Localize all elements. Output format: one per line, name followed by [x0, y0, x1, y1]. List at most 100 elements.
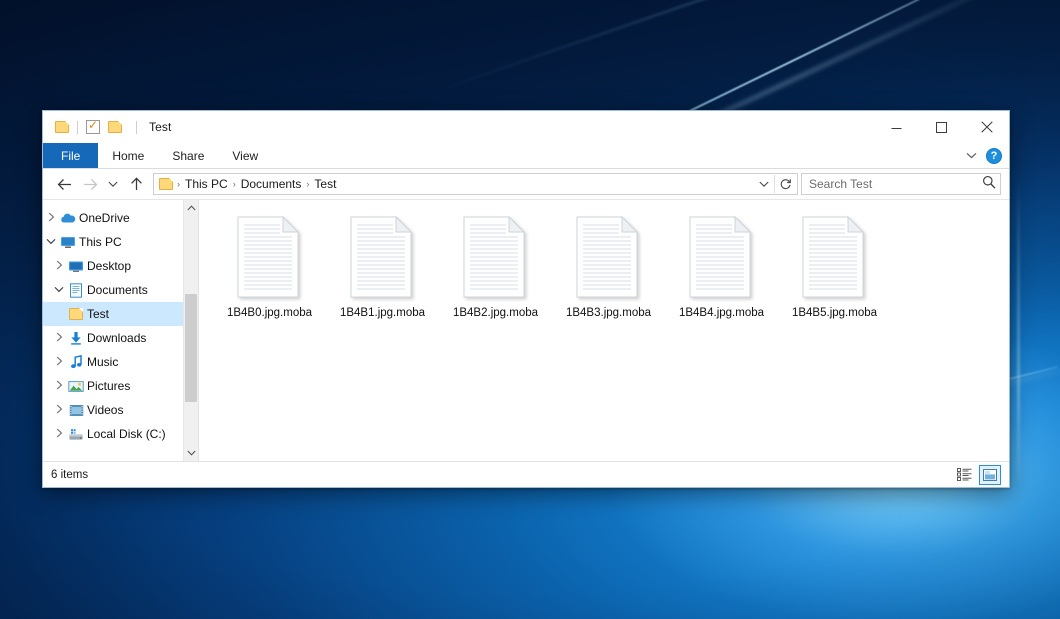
minimize-button[interactable] — [874, 111, 919, 143]
generic-document-icon — [237, 216, 303, 298]
toolbar-divider — [136, 121, 137, 134]
toolbar-divider — [77, 121, 78, 134]
sidebar-item-label: Documents — [85, 283, 148, 297]
refresh-icon[interactable] — [775, 174, 795, 194]
large-icons-view-button[interactable] — [979, 465, 1001, 485]
view-buttons — [953, 465, 1001, 485]
ribbon-tabs: File Home Share View ? — [43, 143, 1009, 169]
chevron-right-icon[interactable] — [51, 428, 67, 440]
expand-ribbon-icon[interactable] — [966, 152, 977, 159]
address-dropdown-icon[interactable] — [754, 174, 774, 194]
file-item[interactable]: 1B4B2.jpg.moba — [439, 210, 552, 336]
generic-document-icon — [689, 216, 755, 298]
tab-home[interactable]: Home — [98, 143, 158, 168]
item-count-label: 6 items — [51, 469, 88, 481]
chevron-right-icon[interactable] — [43, 212, 59, 224]
sidebar-scrollbar[interactable] — [183, 200, 198, 461]
file-item[interactable]: 1B4B0.jpg.moba — [213, 210, 326, 336]
breadcrumb: › This PC › Documents › Test — [176, 177, 340, 191]
search-box[interactable]: Search Test — [801, 173, 1001, 195]
address-bar[interactable]: › This PC › Documents › Test — [153, 173, 798, 195]
sidebar-item-music[interactable]: Music — [43, 350, 198, 374]
sidebar-item-pictures[interactable]: Pictures — [43, 374, 198, 398]
file-name: 1B4B4.jpg.moba — [679, 306, 764, 320]
cloud-icon — [59, 212, 77, 224]
sidebar-item-label: Videos — [85, 403, 123, 417]
file-grid: 1B4B0.jpg.moba — [199, 200, 1009, 336]
properties-icon[interactable] — [82, 116, 104, 138]
sidebar-item-test[interactable]: Test — [43, 302, 198, 326]
sidebar-item-label: Desktop — [85, 259, 131, 273]
breadcrumb-documents[interactable]: Documents — [237, 177, 306, 191]
sidebar-item-videos[interactable]: Videos — [43, 398, 198, 422]
help-button[interactable]: ? — [986, 148, 1002, 164]
sidebar-item-label: OneDrive — [77, 211, 130, 225]
chevron-down-icon[interactable] — [51, 285, 67, 295]
generic-document-icon — [802, 216, 868, 298]
file-item[interactable]: 1B4B3.jpg.moba — [552, 210, 665, 336]
sidebar-item-label: Test — [85, 307, 109, 321]
file-name: 1B4B3.jpg.moba — [566, 306, 651, 320]
scrollbar-track[interactable] — [184, 216, 199, 445]
file-item[interactable]: 1B4B4.jpg.moba — [665, 210, 778, 336]
file-name: 1B4B0.jpg.moba — [227, 306, 312, 320]
ribbon-right-controls: ? — [966, 143, 1009, 168]
breadcrumb-test[interactable]: Test — [310, 177, 340, 191]
generic-document-icon — [463, 216, 529, 298]
tab-share[interactable]: Share — [158, 143, 218, 168]
file-list-pane[interactable]: 1B4B0.jpg.moba — [199, 200, 1009, 461]
chevron-down-icon[interactable] — [43, 237, 59, 247]
chevron-right-icon[interactable] — [51, 260, 67, 272]
address-bar-tools — [754, 174, 795, 194]
file-item[interactable]: 1B4B5.jpg.moba — [778, 210, 891, 336]
sidebar-item-downloads[interactable]: Downloads — [43, 326, 198, 350]
folder-icon[interactable] — [51, 116, 73, 138]
sidebar-item-this-pc[interactable]: This PC — [43, 230, 198, 254]
scroll-down-button[interactable] — [184, 445, 199, 461]
sidebar-item-label: Local Disk (C:) — [85, 427, 166, 441]
chevron-right-icon[interactable] — [51, 332, 67, 344]
explorer-body: OneDrive This PC — [43, 199, 1009, 461]
chevron-right-icon[interactable] — [51, 356, 67, 368]
recent-locations-button[interactable] — [103, 172, 123, 196]
quick-access-toolbar: Customize Quick Access Toolbar — [43, 116, 141, 138]
chevron-right-icon[interactable] — [51, 404, 67, 416]
window-title: Test — [149, 120, 171, 134]
sidebar-item-label: Downloads — [85, 331, 146, 345]
file-name: 1B4B5.jpg.moba — [792, 306, 877, 320]
sidebar-item-desktop[interactable]: Desktop — [43, 254, 198, 278]
generic-document-icon — [350, 216, 416, 298]
file-item[interactable]: 1B4B1.jpg.moba — [326, 210, 439, 336]
sidebar-item-onedrive[interactable]: OneDrive — [43, 206, 198, 230]
file-name: 1B4B1.jpg.moba — [340, 306, 425, 320]
videos-icon — [67, 404, 85, 417]
folder-tree: OneDrive This PC — [43, 200, 198, 446]
desktop-icon — [67, 260, 85, 273]
sidebar-item-label: Pictures — [85, 379, 130, 393]
details-view-button[interactable] — [953, 465, 975, 485]
sidebar-item-local-disk-c[interactable]: Local Disk (C:) — [43, 422, 198, 446]
navigation-pane: OneDrive This PC — [43, 200, 199, 461]
tab-file[interactable]: File — [43, 143, 98, 168]
window-controls — [874, 111, 1009, 143]
back-button[interactable] — [51, 172, 77, 196]
close-button[interactable] — [964, 111, 1009, 143]
scroll-up-button[interactable] — [184, 200, 199, 216]
up-button[interactable] — [123, 172, 149, 196]
music-icon — [67, 355, 85, 369]
sidebar-item-label: This PC — [77, 235, 122, 249]
scrollbar-thumb[interactable] — [185, 294, 197, 402]
monitor-icon — [59, 236, 77, 249]
sidebar-item-label: Music — [85, 355, 118, 369]
folder-icon — [67, 308, 85, 320]
maximize-button[interactable] — [919, 111, 964, 143]
new-folder-icon[interactable] — [104, 116, 126, 138]
search-input[interactable]: Search Test — [809, 177, 872, 191]
breadcrumb-this-pc[interactable]: This PC — [181, 177, 232, 191]
sidebar-item-documents[interactable]: Documents — [43, 278, 198, 302]
chevron-right-icon[interactable] — [51, 380, 67, 392]
search-icon[interactable] — [982, 175, 996, 194]
file-name: 1B4B2.jpg.moba — [453, 306, 538, 320]
generic-document-icon — [576, 216, 642, 298]
tab-view[interactable]: View — [218, 143, 272, 168]
